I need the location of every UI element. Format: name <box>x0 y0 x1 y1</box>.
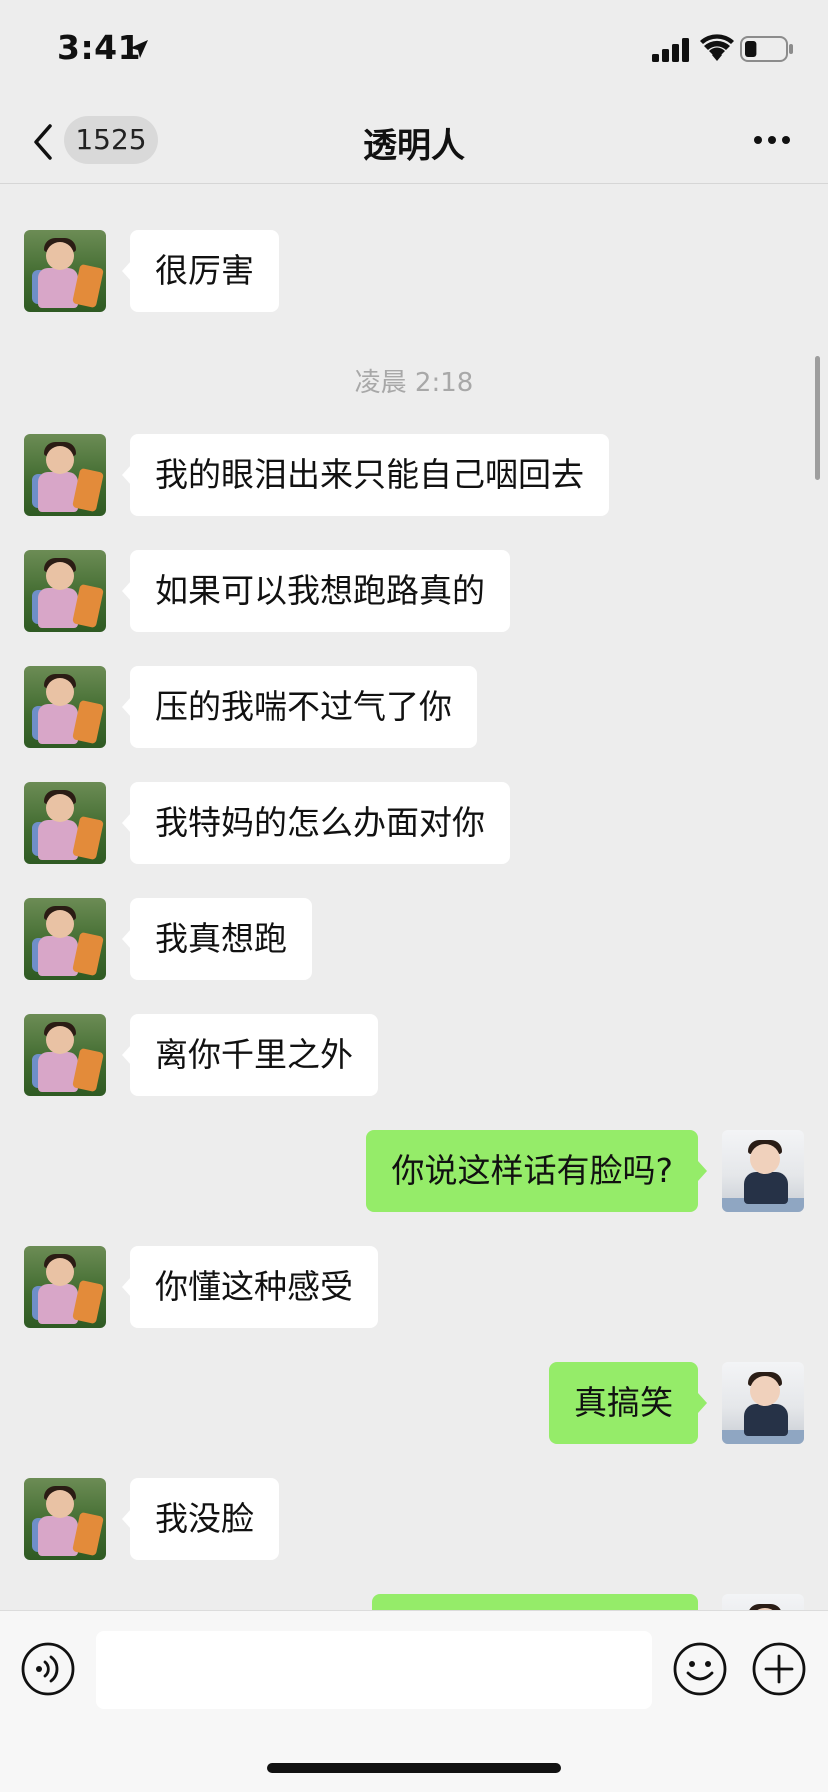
message-bubble-incoming[interactable]: 压的我喘不过气了你 <box>130 666 477 748</box>
status-bar: 3:41 <box>0 0 828 100</box>
home-indicator[interactable] <box>267 1763 561 1773</box>
message-bubble-incoming[interactable]: 我没脸 <box>130 1478 279 1560</box>
voice-icon[interactable] <box>20 1641 76 1697</box>
message-bubble-incoming[interactable]: 我真想跑 <box>130 898 312 980</box>
contact-avatar[interactable] <box>24 550 106 632</box>
location-arrow-icon <box>130 40 148 58</box>
message-input[interactable] <box>96 1631 652 1709</box>
message-list[interactable]: 很厉害 凌晨 2:18 我的眼泪出来只能自己咽回去 如果可以我想跑路真的 压的我… <box>0 184 828 1610</box>
message-bubble-incoming[interactable]: 离你千里之外 <box>130 1014 378 1096</box>
contact-avatar[interactable] <box>24 1014 106 1096</box>
unread-count-badge[interactable]: 1525 <box>64 116 158 164</box>
wifi-icon <box>700 34 734 61</box>
my-avatar[interactable] <box>722 1362 804 1444</box>
scroll-indicator[interactable] <box>815 356 820 480</box>
contact-avatar[interactable] <box>24 782 106 864</box>
message-bubble-outgoing[interactable]: 真搞笑 <box>549 1362 698 1444</box>
message-bubble-incoming[interactable]: 你懂这种感受 <box>130 1246 378 1328</box>
message-bubble-incoming[interactable]: 如果可以我想跑路真的 <box>130 550 510 632</box>
my-avatar[interactable] <box>722 1130 804 1212</box>
message-bubble-incoming[interactable]: 我的眼泪出来只能自己咽回去 <box>130 434 609 516</box>
contact-avatar[interactable] <box>24 666 106 748</box>
battery-icon <box>740 36 793 62</box>
nav-bar: 1525 透明人 <box>0 100 828 184</box>
cellular-signal-icon <box>652 38 689 62</box>
contact-avatar[interactable] <box>24 1478 106 1560</box>
message-bubble-incoming[interactable]: 很厉害 <box>130 230 279 312</box>
contact-avatar[interactable] <box>24 898 106 980</box>
message-bubble-outgoing[interactable] <box>372 1594 698 1610</box>
message-timestamp: 凌晨 2:18 <box>354 368 474 398</box>
message-bubble-outgoing[interactable]: 你说这样话有脸吗? <box>366 1130 698 1212</box>
chevron-left-icon[interactable] <box>30 122 54 162</box>
plus-circle-icon[interactable] <box>751 1641 807 1697</box>
contact-avatar[interactable] <box>24 434 106 516</box>
message-bubble-incoming[interactable]: 我特妈的怎么办面对你 <box>130 782 510 864</box>
contact-avatar[interactable] <box>24 1246 106 1328</box>
contact-avatar[interactable] <box>24 230 106 312</box>
more-dots-icon[interactable] <box>752 134 792 146</box>
my-avatar[interactable] <box>722 1594 804 1610</box>
emoji-icon[interactable] <box>672 1641 728 1697</box>
